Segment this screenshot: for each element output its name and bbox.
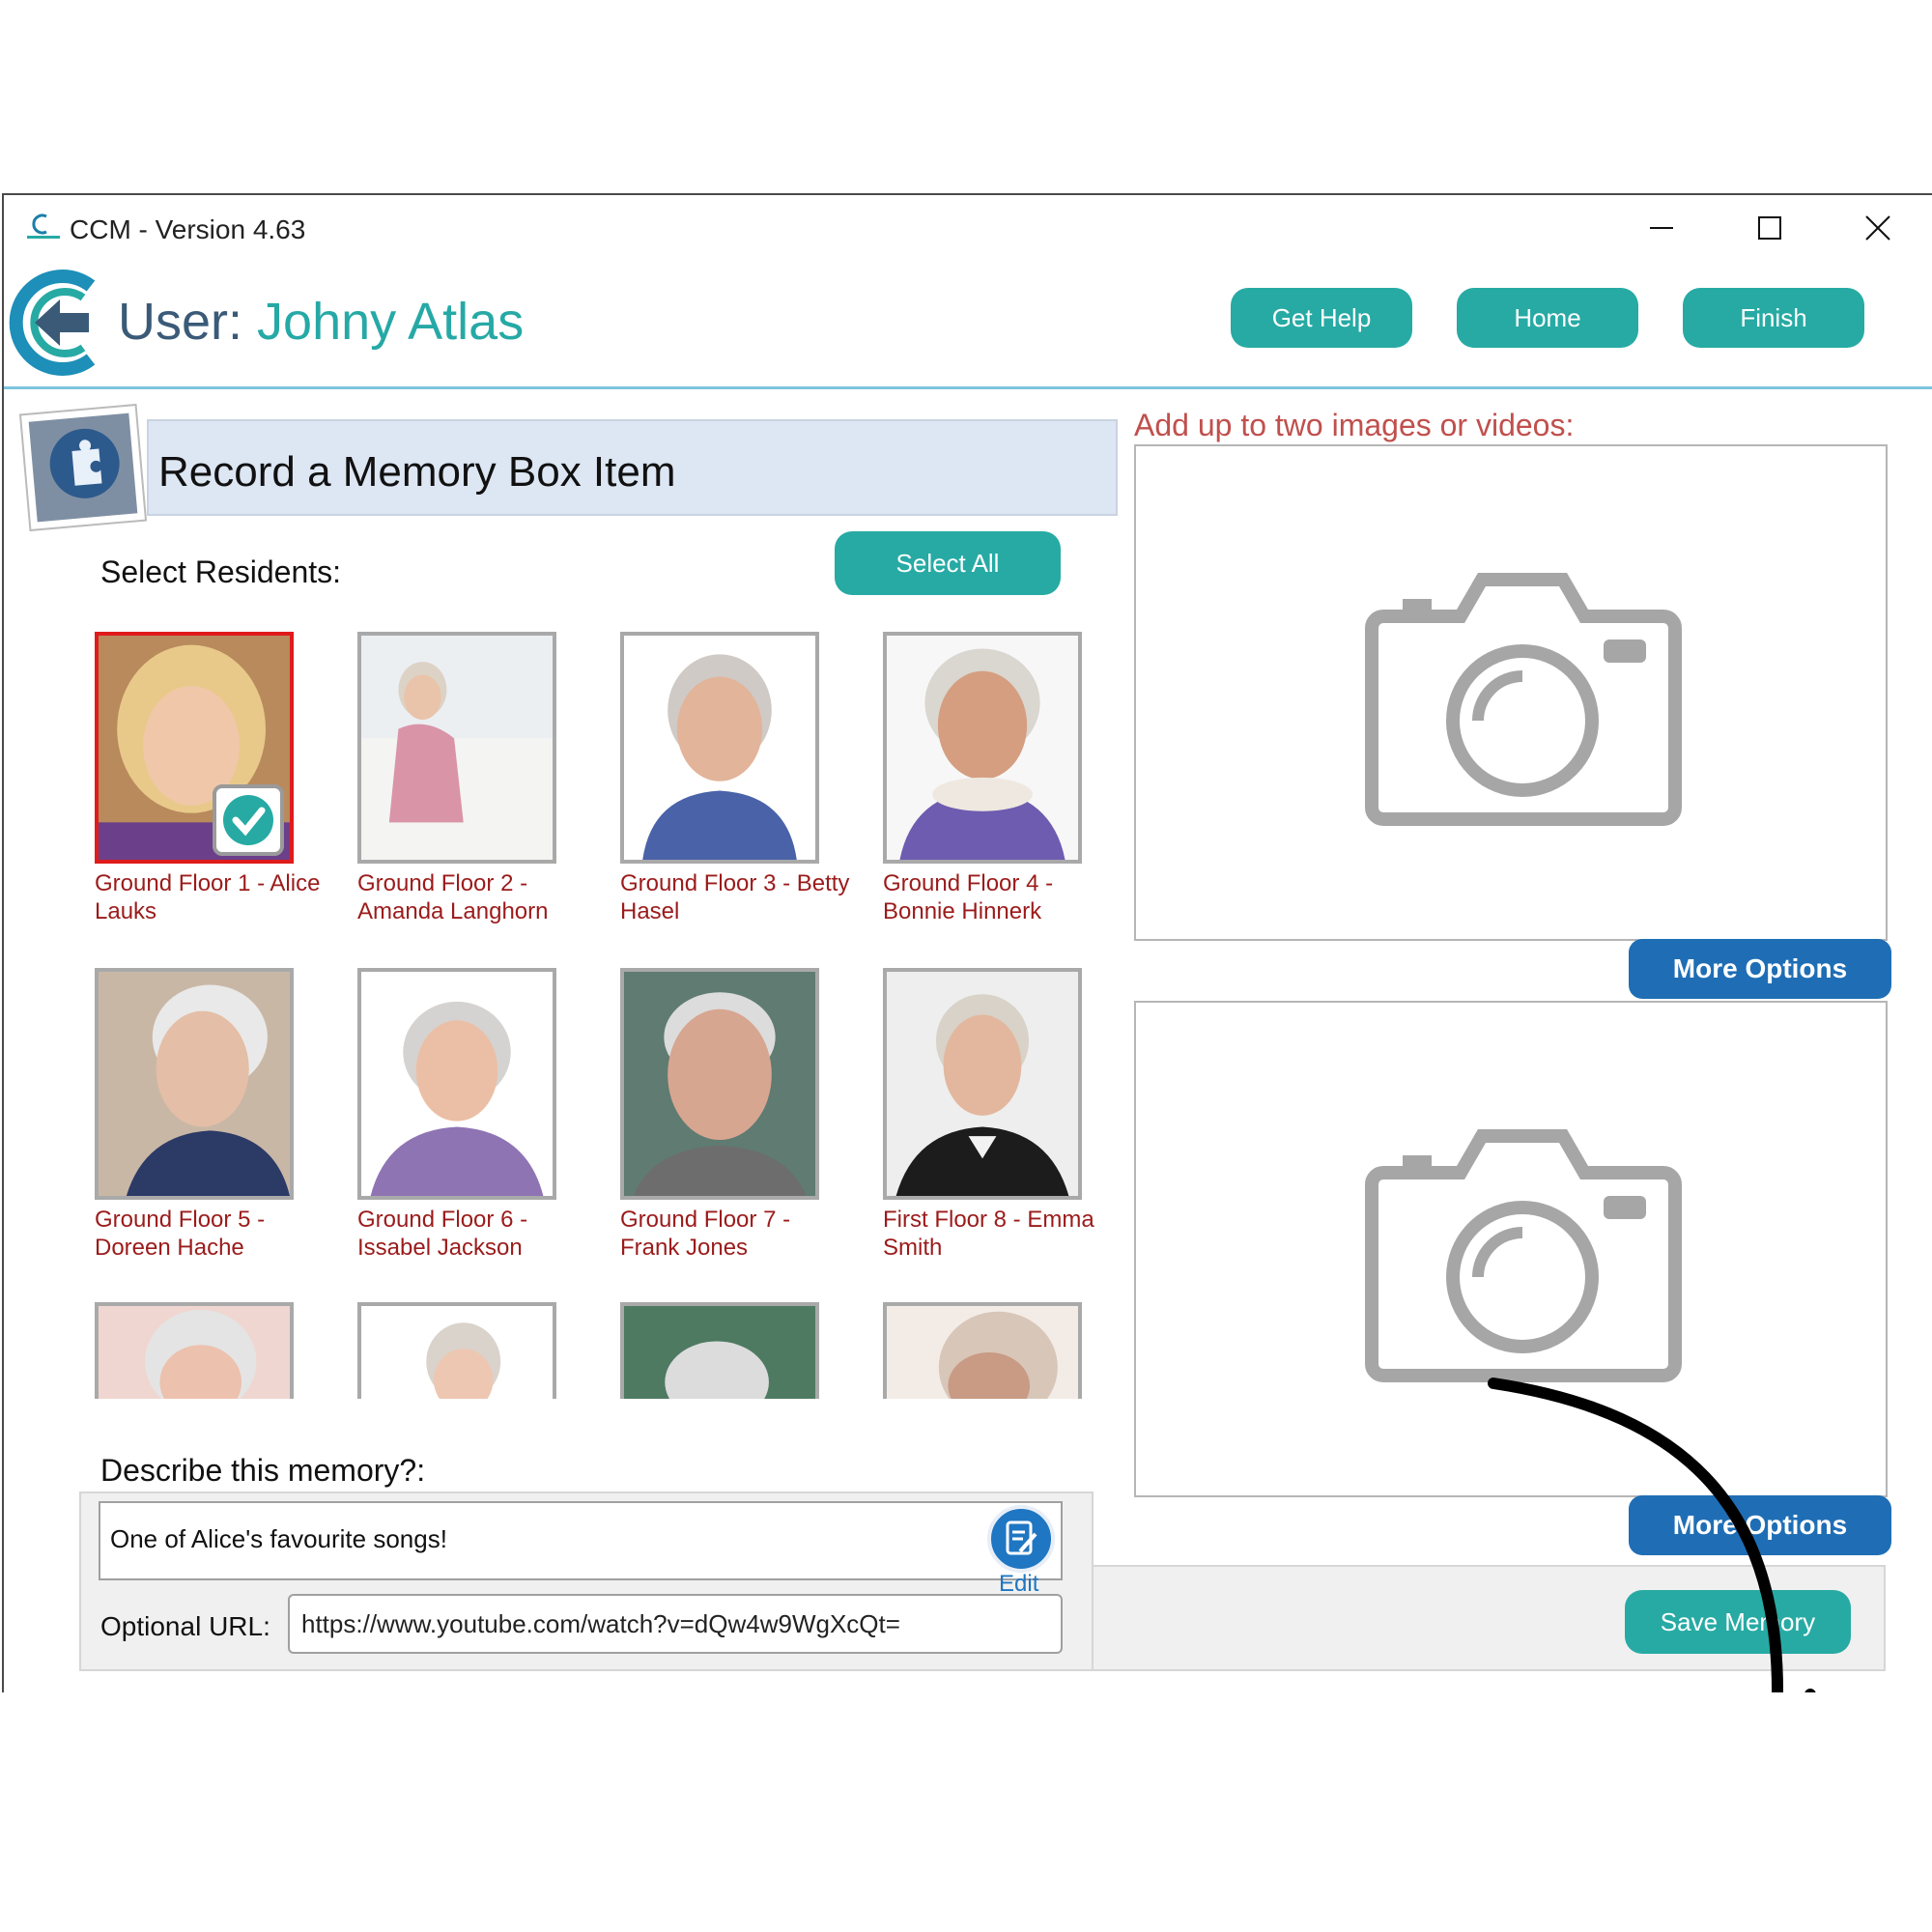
back-logo-icon[interactable] — [6, 265, 112, 381]
close-icon — [1865, 215, 1890, 241]
user-heading: User: Johny Atlas — [118, 292, 524, 352]
resident-portrait-icon — [624, 972, 815, 1196]
media-slot-1[interactable] — [1134, 444, 1888, 941]
resident-portrait-icon — [887, 636, 1078, 860]
resident-photo — [620, 632, 819, 864]
resident-photo — [95, 968, 294, 1200]
title-bar: CCM - Version 4.63 — [4, 195, 1932, 255]
maximize-button[interactable] — [1741, 207, 1799, 249]
memory-description-field[interactable]: One of Alice's favourite songs! — [99, 1501, 1063, 1580]
resident-photo — [620, 968, 819, 1200]
camera-icon — [1365, 1129, 1682, 1382]
resident-photo — [883, 632, 1082, 864]
select-residents-label: Select Residents: — [100, 554, 342, 589]
media-label: Add up to two images or videos: — [1134, 408, 1575, 442]
save-memory-button[interactable]: Save Memory — [1625, 1590, 1851, 1654]
resident-name: Ground Floor 7 - Frank Jones — [620, 1207, 791, 1261]
resident-portrait-icon — [624, 1306, 815, 1399]
resident-name: Ground Floor 5 - Doreen Hache — [95, 1207, 266, 1261]
resident-name: Ground Floor 4 - Bonnie Hinnerk — [883, 870, 1054, 924]
resident-name: Ground Floor 2 - Amanda Langhorn — [357, 870, 549, 924]
resident-photo — [357, 632, 556, 864]
edit-icon — [1006, 1520, 1037, 1555]
resident-name: Ground Floor 1 - Alice Lauks — [95, 870, 321, 924]
header-divider — [4, 386, 1932, 389]
maximize-icon — [1758, 216, 1781, 240]
media-slot-2[interactable] — [1134, 1001, 1888, 1497]
resident-photo — [357, 1302, 556, 1399]
resident-photo — [620, 1302, 819, 1399]
selected-check-icon — [213, 784, 284, 856]
resident-name: Ground Floor 6 - Issabel Jackson — [357, 1207, 528, 1261]
resident-portrait-icon — [361, 972, 553, 1196]
user-prefix: User: — [118, 293, 243, 351]
minimize-icon — [1650, 227, 1673, 229]
user-name: Johny Atlas — [257, 293, 525, 351]
select-all-button[interactable]: Select All — [835, 531, 1061, 595]
get-help-button[interactable]: Get Help — [1231, 288, 1412, 348]
app-window: CCM - Version 4.63 User: Johny Atlas Get… — [2, 193, 1932, 1692]
section-title: Record a Memory Box Item — [158, 448, 676, 496]
home-button[interactable]: Home — [1457, 288, 1638, 348]
more-options-button[interactable]: More Options — [1629, 1495, 1891, 1555]
resident-portrait-icon — [99, 972, 290, 1196]
more-options-button[interactable]: More Options — [1629, 939, 1891, 999]
resident-portrait-icon — [99, 1306, 290, 1399]
resident-photo — [883, 1302, 1082, 1399]
minimize-button[interactable] — [1633, 207, 1690, 249]
close-button[interactable] — [1849, 207, 1907, 249]
resident-name: First Floor 8 - Emma Smith — [883, 1207, 1094, 1261]
resident-photo — [357, 968, 556, 1200]
resident-portrait-icon — [887, 1306, 1078, 1399]
resident-portrait-icon — [624, 636, 815, 860]
describe-label: Describe this memory?: — [100, 1453, 426, 1488]
resident-portrait-icon — [361, 1306, 553, 1399]
resident-name: Ground Floor 3 - Betty Hasel — [620, 870, 850, 924]
resident-photo — [883, 968, 1082, 1200]
resident-portrait-icon — [361, 636, 553, 860]
app-logo-icon — [27, 213, 60, 239]
finish-button[interactable]: Finish — [1683, 288, 1864, 348]
resident-portrait-icon — [887, 972, 1078, 1196]
optional-url-field[interactable]: https://www.youtube.com/watch?v=dQw4w9Wg… — [288, 1594, 1063, 1654]
url-label: Optional URL: — [100, 1611, 270, 1641]
edit-button[interactable] — [987, 1505, 1055, 1573]
resident-photo — [95, 1302, 294, 1399]
memory-puzzle-icon — [18, 403, 148, 532]
window-title: CCM - Version 4.63 — [70, 214, 306, 244]
camera-icon — [1365, 573, 1682, 826]
